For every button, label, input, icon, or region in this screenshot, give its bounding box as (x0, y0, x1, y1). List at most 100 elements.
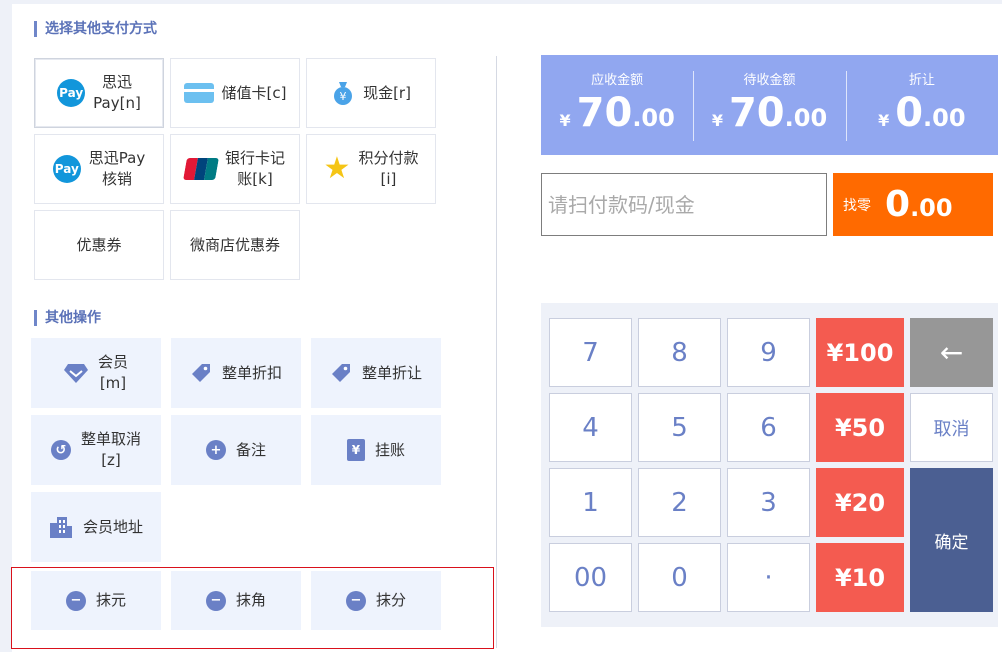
pay-method-cash[interactable]: ¥ 现金[r] (306, 58, 436, 128)
star-icon: ★ (323, 151, 351, 186)
card-icon (183, 83, 214, 103)
ledger-icon: ¥ (346, 439, 365, 461)
pay-method-points[interactable]: ★ 积分付款 [i] (306, 134, 436, 204)
tag-icon (190, 362, 212, 384)
pending-amount: 待收金额 ¥ 70 .00 (693, 55, 845, 155)
receivable-int: 70 (576, 90, 633, 136)
receivable-value: ¥ 70 .00 (560, 91, 675, 135)
pay-method-stored-card[interactable]: 储值卡[c] (170, 58, 300, 128)
key-20-yuan[interactable]: ¥20 (816, 468, 904, 537)
pay-icon: Pay (57, 79, 86, 107)
receivable-label: 应收金额 (591, 73, 644, 88)
discount-amount: 折让 ¥ 0 .00 (845, 55, 998, 155)
pay-method-sixun-pay-writeoff[interactable]: Pay 思迅Pay 核销 (34, 134, 164, 204)
diamond-icon (63, 362, 88, 384)
pay-icon: Pay (52, 155, 81, 183)
key-1[interactable]: 1 (549, 468, 632, 537)
key-00[interactable]: 00 (549, 543, 632, 612)
op-round-fen-button[interactable]: − 抹分 (311, 571, 441, 630)
change-value: 0 .00 (885, 183, 953, 227)
minus-icon: − (345, 590, 366, 611)
op-order-discount-button[interactable]: 整单折扣 (171, 338, 301, 408)
payment-section-title: 选择其他支付方式 (34, 21, 157, 37)
op-label: 整单取消 [z] (80, 430, 141, 469)
discount-label: 折让 (908, 73, 935, 88)
pay-method-label: 思迅Pay 核销 (88, 149, 146, 188)
key-2[interactable]: 2 (638, 468, 721, 537)
currency-symbol: ¥ (711, 111, 723, 130)
plus-icon: + (205, 440, 226, 460)
op-round-jiao-button[interactable]: − 抹角 (171, 571, 301, 630)
receivable-amount: 应收金额 ¥ 70 .00 (541, 55, 693, 155)
op-order-allowance-button[interactable]: 整单折让 (311, 338, 441, 408)
op-label: 抹分 (375, 591, 406, 609)
change-label: 找零 (843, 197, 871, 214)
money-bag-glyph: ¥ (340, 90, 347, 103)
op-label: 整单折让 (361, 363, 422, 382)
pending-label: 待收金额 (743, 73, 796, 88)
op-remark-button[interactable]: + 备注 (171, 415, 301, 485)
op-label: 抹元 (95, 591, 126, 609)
op-label: 备注 (235, 440, 266, 459)
key-50-yuan[interactable]: ¥50 (816, 393, 904, 462)
pay-method-label: 积分付款 [i] (358, 149, 419, 188)
change-display: 找零 0 .00 (833, 173, 993, 236)
pay-method-micro-store-coupon[interactable]: 微商店优惠券 (170, 210, 300, 280)
op-label: 会员地址 (82, 517, 143, 536)
pending-value: ¥ 70 .00 (712, 91, 827, 135)
key-confirm[interactable]: 确定 (910, 468, 993, 612)
panel-divider (496, 56, 497, 648)
op-round-yuan-button[interactable]: − 抹元 (31, 571, 161, 630)
scan-payment-input[interactable] (541, 173, 827, 236)
pay-method-sixun-pay[interactable]: Pay 思迅 Pay[n] (34, 58, 164, 128)
key-100-yuan[interactable]: ¥100 (816, 318, 904, 387)
key-9[interactable]: 9 (727, 318, 810, 387)
other-ops-section-title: 其他操作 (34, 310, 101, 326)
op-label: 抹角 (235, 591, 266, 609)
pay-method-bank-card-ledger[interactable]: 银行卡记 账[k] (170, 134, 300, 204)
discount-dec: .00 (923, 104, 966, 132)
key-backspace[interactable]: ← (910, 318, 993, 387)
money-bag-icon: ¥ (331, 80, 355, 106)
discount-value: ¥ 0 .00 (878, 91, 966, 135)
currency-symbol: ¥ (878, 111, 890, 130)
minus-icon: − (205, 590, 226, 611)
op-cancel-order-button[interactable]: ↺ 整单取消 [z] (31, 415, 161, 485)
pay-method-label: 银行卡记 账[k] (224, 149, 285, 188)
pay-method-label: 优惠券 (76, 235, 122, 254)
key-6[interactable]: 6 (727, 393, 810, 462)
op-member-address-button[interactable]: 会员地址 (31, 492, 161, 562)
op-credit-button[interactable]: ¥ 挂账 (311, 415, 441, 485)
building-icon (49, 515, 73, 539)
key-8[interactable]: 8 (638, 318, 721, 387)
key-4[interactable]: 4 (549, 393, 632, 462)
key-0[interactable]: 0 (638, 543, 721, 612)
amount-summary: 应收金额 ¥ 70 .00 待收金额 ¥ 70 .00 折让 ¥ 0 .00 (541, 55, 998, 155)
tag-icon (330, 362, 352, 384)
key-3[interactable]: 3 (727, 468, 810, 537)
key-10-yuan[interactable]: ¥10 (816, 543, 904, 612)
op-label: 挂账 (374, 440, 405, 459)
key-decimal-point[interactable]: · (727, 543, 810, 612)
change-int: 0 (885, 183, 911, 225)
key-cancel[interactable]: 取消 (910, 393, 993, 462)
pending-dec: .00 (784, 104, 828, 132)
pay-method-label: 储值卡[c] (221, 83, 287, 102)
minus-icon: − (65, 590, 86, 611)
change-dec: .00 (910, 193, 953, 222)
pay-method-label: 思迅 Pay[n] (93, 73, 141, 112)
op-label: 整单折扣 (221, 363, 282, 382)
discount-int: 0 (895, 90, 924, 136)
op-label: 会员 [m] (97, 353, 128, 392)
key-7[interactable]: 7 (549, 318, 632, 387)
currency-symbol: ¥ (559, 111, 571, 130)
pay-method-label: 现金[r] (363, 83, 411, 102)
key-5[interactable]: 5 (638, 393, 721, 462)
pay-method-coupon[interactable]: 优惠券 (34, 210, 164, 280)
op-member-button[interactable]: 会员 [m] (31, 338, 161, 408)
unionpay-icon (183, 158, 219, 180)
pay-method-label: 微商店优惠券 (189, 235, 280, 254)
undo-icon: ↺ (50, 440, 71, 460)
receivable-dec: .00 (632, 104, 675, 132)
pending-int: 70 (728, 90, 785, 136)
